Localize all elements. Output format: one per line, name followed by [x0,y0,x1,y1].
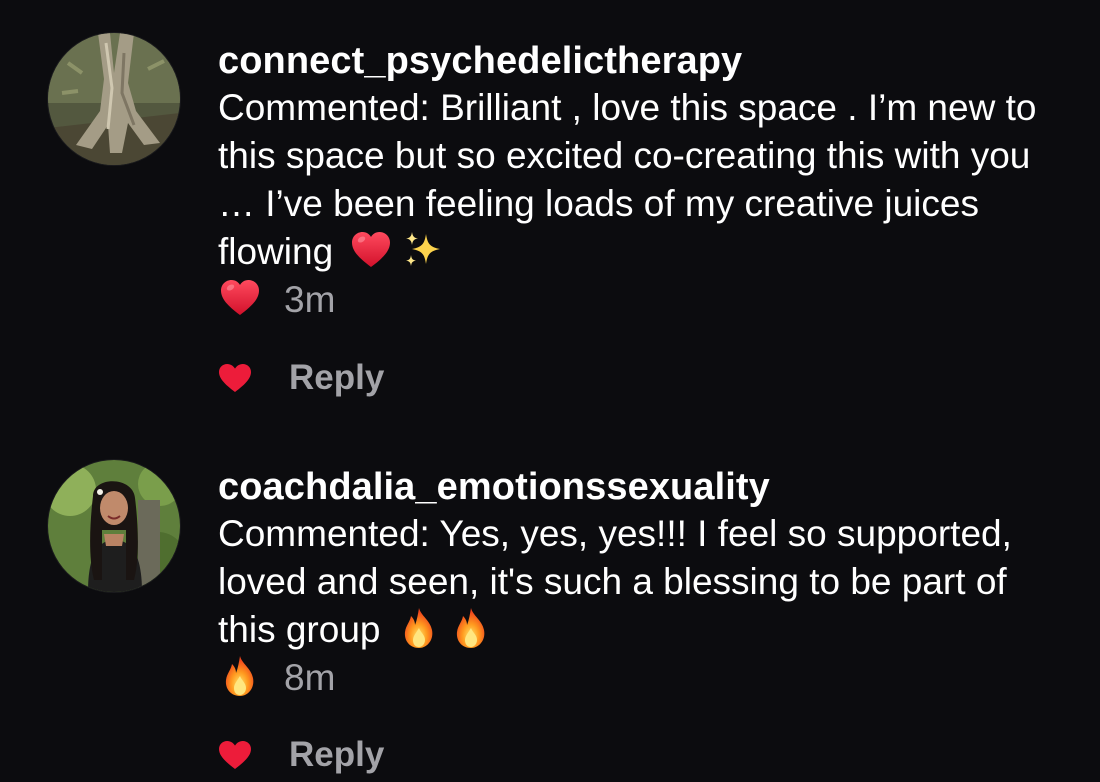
username[interactable]: coachdalia_emotionssexuality [218,464,1068,510]
comment-actions: Reply [218,733,384,777]
tree-roots-avatar-image [48,33,180,165]
sparkles-icon [401,228,445,272]
fire-icon [218,654,262,698]
comment-body: Commented: Yes, yes, yes!!! I feel so su… [218,513,1012,650]
comment-actions: Reply [218,356,384,400]
heart-icon[interactable] [218,740,252,770]
reply-button[interactable]: Reply [289,735,384,775]
fire-icon [449,606,493,650]
username[interactable]: connect_psychedelictherapy [218,38,1068,84]
comment-item: coachdalia_emotionssexuality Commented: … [0,400,1100,782]
comment-meta: 8m [218,654,1068,702]
fire-icon [397,606,441,650]
avatar[interactable] [48,460,180,592]
timestamp: 8m [284,657,336,698]
red-heart-icon [218,276,262,320]
comment-text: Commented: Yes, yes, yes!!! I feel so su… [218,510,1068,654]
comment-text: Commented: Brilliant , love this space .… [218,84,1068,276]
avatar[interactable] [48,33,180,165]
comment-meta: 3m [218,276,1068,324]
woman-portrait-avatar-image [48,460,180,592]
heart-icon[interactable] [218,363,252,393]
comment-body: Commented: Brilliant , love this space .… [218,87,1037,272]
reply-button[interactable]: Reply [289,358,384,398]
comment-item: connect_psychedelictherapy Commented: Br… [0,0,1100,400]
red-heart-icon [349,228,393,272]
timestamp: 3m [284,279,336,320]
